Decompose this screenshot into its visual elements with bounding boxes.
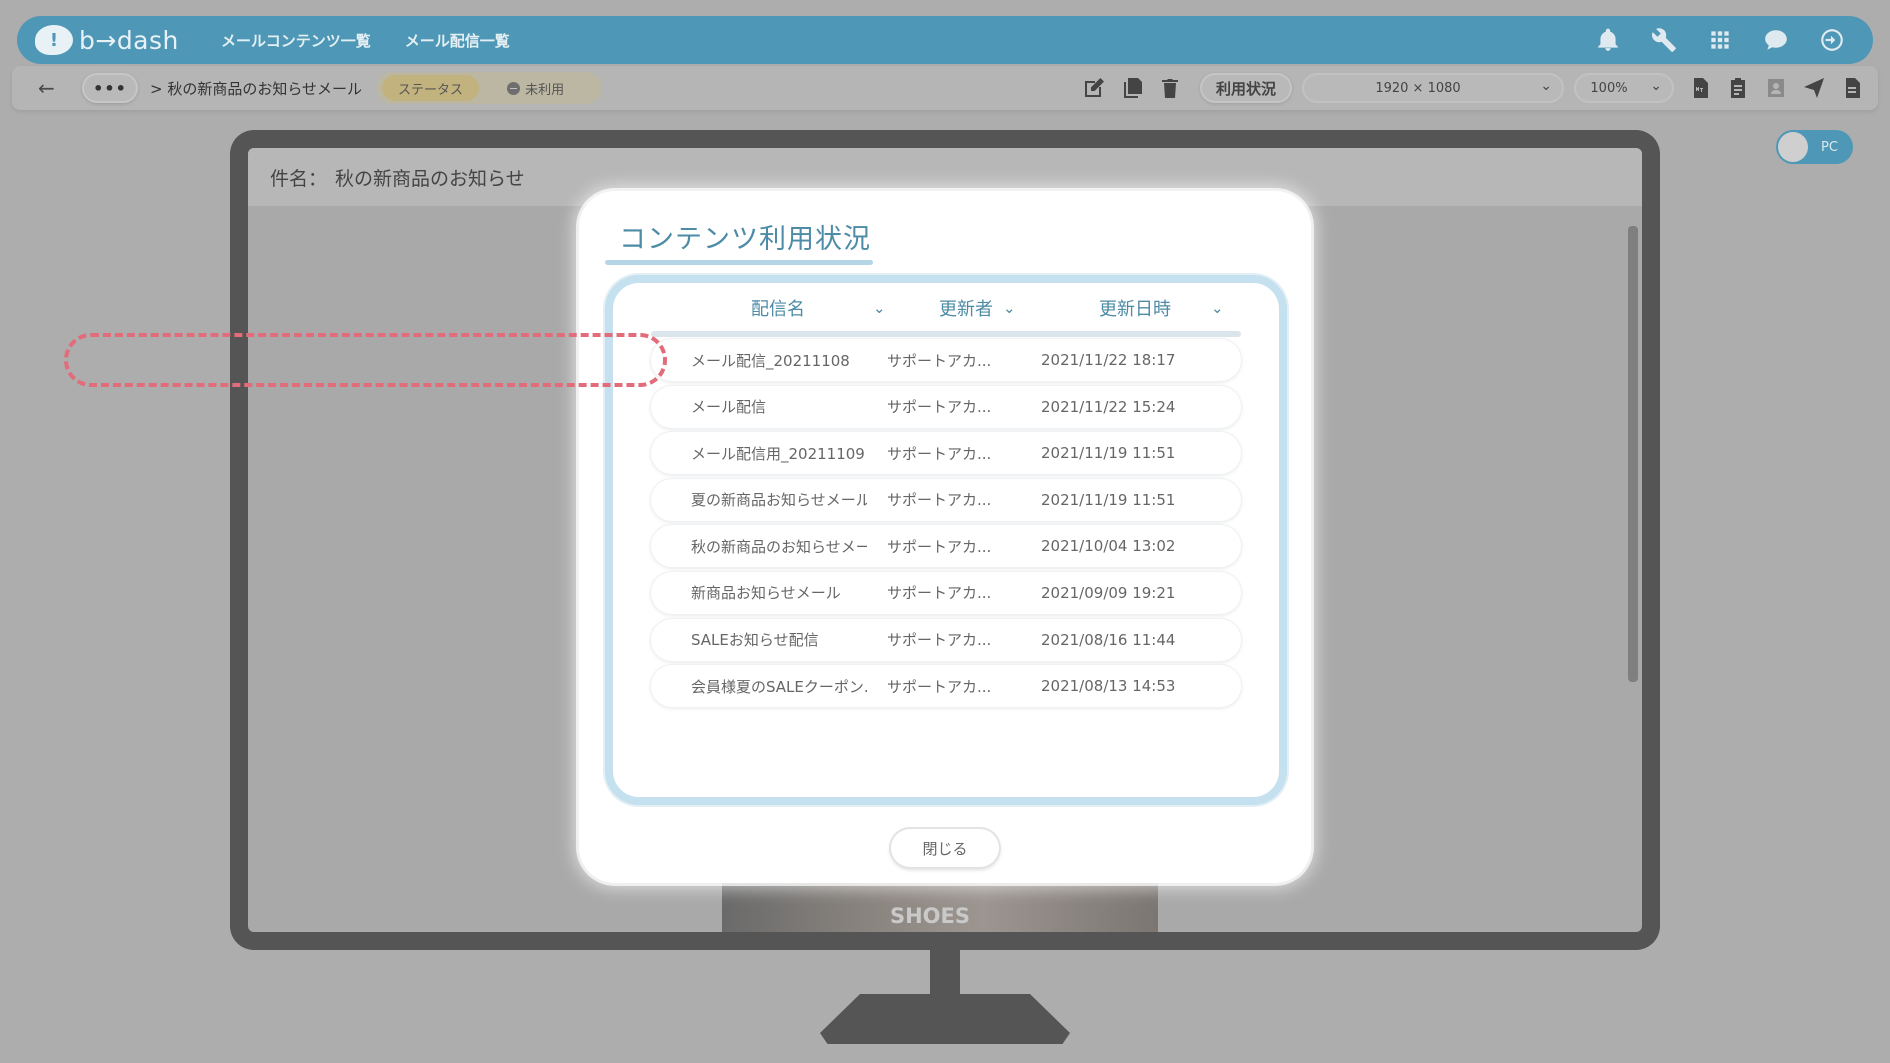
document-icon[interactable]: [1840, 76, 1864, 100]
column-label: 配信名: [751, 299, 805, 320]
table-row[interactable]: 秋の新商品のお知らせメール サポートアカ... 2021/10/04 13:02: [651, 525, 1241, 568]
cell-updater: サポートアカ...: [887, 444, 992, 463]
cell-delivery-name: メール配信_20211108: [691, 351, 850, 370]
monitor-stand-neck: [930, 950, 960, 996]
usage-modal: コンテンツ利用状況 配信名 ⌄ 更新者 ⌄ 更新日時 ⌄ メール配信_20211…: [579, 191, 1311, 883]
usage-status-button[interactable]: 利用状況: [1199, 73, 1292, 103]
preview-scrollbar[interactable]: [1628, 226, 1638, 682]
column-header-updater[interactable]: 更新者 ⌄: [939, 295, 1016, 321]
cell-updater: サポートアカ...: [887, 491, 992, 510]
chevron-down-icon: ⌄: [1650, 78, 1662, 94]
status-badge: 未利用: [479, 79, 596, 98]
chevron-down-icon: ⌄: [873, 299, 886, 317]
column-label: 更新日時: [1099, 299, 1171, 320]
zoom-select[interactable]: 100% ⌄: [1574, 73, 1674, 103]
cell-delivery-name: メール配信用_20211109: [691, 444, 865, 463]
cell-updated-at: 2021/08/13 14:53: [1041, 677, 1176, 696]
usage-table: 配信名 ⌄ 更新者 ⌄ 更新日時 ⌄ メール配信_20211108 サポートアカ…: [605, 275, 1287, 805]
chat-bubble-icon[interactable]: [1763, 27, 1789, 53]
close-button[interactable]: 閉じる: [891, 829, 999, 867]
status-label: ステータス: [382, 75, 480, 101]
shoes-banner-image: SHOES: [722, 880, 1158, 932]
banner-text: SHOES: [889, 904, 971, 928]
cell-updated-at: 2021/11/22 18:17: [1041, 351, 1176, 369]
table-row[interactable]: メール配信_20211108 サポートアカ... 2021/11/22 18:1…: [651, 339, 1241, 381]
header-divider: [651, 331, 1241, 337]
cell-delivery-name: 会員様夏のSALEクーポン...: [691, 677, 867, 696]
cell-updated-at: 2021/08/16 11:44: [1041, 630, 1176, 649]
cell-delivery-name: メール配信: [691, 398, 767, 417]
device-toggle[interactable]: PC: [1776, 130, 1853, 164]
column-header-delivery-name[interactable]: 配信名 ⌄: [751, 295, 886, 321]
logout-icon[interactable]: [1819, 27, 1845, 53]
table-body: メール配信_20211108 サポートアカ... 2021/11/22 18:1…: [651, 339, 1241, 712]
cell-updater: サポートアカ...: [887, 537, 992, 556]
user-card-icon[interactable]: [1764, 76, 1788, 100]
column-header-updated-at[interactable]: 更新日時 ⌄: [1099, 295, 1224, 321]
cell-updated-at: 2021/11/22 15:24: [1041, 397, 1176, 416]
app-header: ! b→dash メールコンテンツ一覧 メール配信一覧: [17, 16, 1873, 64]
chevron-down-icon: ⌄: [1003, 299, 1016, 317]
cell-updater: サポートアカ...: [887, 398, 992, 417]
cell-updater: サポートアカ...: [887, 677, 992, 696]
nav-mail-contents[interactable]: メールコンテンツ一覧: [221, 30, 371, 51]
more-button[interactable]: •••: [82, 73, 138, 103]
status-group: ステータス 未利用: [376, 72, 603, 104]
cell-updater: サポートアカ...: [887, 351, 992, 370]
bell-icon[interactable]: [1595, 27, 1621, 53]
subject-label: 件名：: [270, 167, 328, 190]
cell-delivery-name: 新商品お知らせメール: [691, 584, 841, 603]
cell-updated-at: 2021/09/09 19:21: [1041, 583, 1176, 602]
status-value: 未利用: [525, 82, 565, 98]
back-arrow-icon[interactable]: ←: [38, 76, 62, 100]
minus-circle-icon: [507, 81, 521, 95]
column-label: 更新者: [939, 299, 993, 320]
cell-updated-at: 2021/10/04 13:02: [1041, 537, 1176, 556]
cell-updated-at: 2021/11/19 11:51: [1041, 444, 1176, 463]
editor-toolbar: ← ••• > 秋の新商品のお知らせメール ステータス 未利用 利用状況 192…: [12, 66, 1878, 110]
trash-icon[interactable]: [1158, 76, 1182, 100]
table-row[interactable]: 会員様夏のSALEクーポン... サポートアカ... 2021/08/13 14…: [651, 665, 1241, 708]
wrench-icon[interactable]: [1651, 27, 1677, 53]
table-header: 配信名 ⌄ 更新者 ⌄ 更新日時 ⌄: [613, 283, 1279, 329]
edit-icon[interactable]: [1082, 76, 1106, 100]
copy-icon[interactable]: [1120, 76, 1144, 100]
nav-mail-deliveries[interactable]: メール配信一覧: [405, 30, 510, 51]
cell-delivery-name: 秋の新商品のお知らせメール: [691, 537, 867, 556]
table-row[interactable]: メール配信 サポートアカ... 2021/11/22 15:24: [651, 385, 1241, 428]
monitor-stand-base: [820, 994, 1070, 1044]
title-underline: [605, 260, 873, 265]
app-logo[interactable]: ! b→dash: [35, 25, 185, 55]
clipboard-icon[interactable]: [1726, 76, 1750, 100]
toggle-knob: [1778, 132, 1808, 162]
table-row[interactable]: SALEお知らせ配信 サポートアカ... 2021/08/16 11:44: [651, 618, 1241, 661]
cell-delivery-name: SALEお知らせ配信: [691, 631, 819, 650]
toggle-label: PC: [1821, 139, 1838, 155]
cell-updater: サポートアカ...: [887, 584, 992, 603]
chevron-down-icon: ⌄: [1540, 78, 1552, 94]
send-icon[interactable]: [1802, 76, 1826, 100]
html-file-icon[interactable]: [1688, 76, 1712, 100]
subject-text: 秋の新商品のお知らせ: [335, 167, 525, 190]
logo-text: b→dash: [79, 25, 179, 55]
table-row[interactable]: メール配信用_20211109 サポートアカ... 2021/11/19 11:…: [651, 432, 1241, 475]
zoom-value: 100%: [1590, 80, 1628, 96]
cell-updated-at: 2021/11/19 11:51: [1041, 490, 1176, 509]
resolution-select[interactable]: 1920 × 1080 ⌄: [1302, 73, 1564, 103]
modal-title: コンテンツ利用状況: [619, 224, 871, 255]
table-row[interactable]: 新商品お知らせメール サポートアカ... 2021/09/09 19:21: [651, 571, 1241, 614]
logo-bubble-icon: !: [35, 25, 73, 55]
apps-grid-icon[interactable]: [1707, 27, 1733, 53]
chevron-down-icon: ⌄: [1211, 299, 1224, 317]
modal-header: コンテンツ利用状況: [605, 217, 885, 265]
cell-updater: サポートアカ...: [887, 631, 992, 650]
resolution-value: 1920 × 1080: [1375, 80, 1461, 96]
table-row[interactable]: 夏の新商品お知らせメール サポートアカ... 2021/11/19 11:51: [651, 478, 1241, 521]
cell-delivery-name: 夏の新商品お知らせメール: [691, 491, 867, 510]
breadcrumb: > 秋の新商品のお知らせメール: [150, 79, 363, 98]
